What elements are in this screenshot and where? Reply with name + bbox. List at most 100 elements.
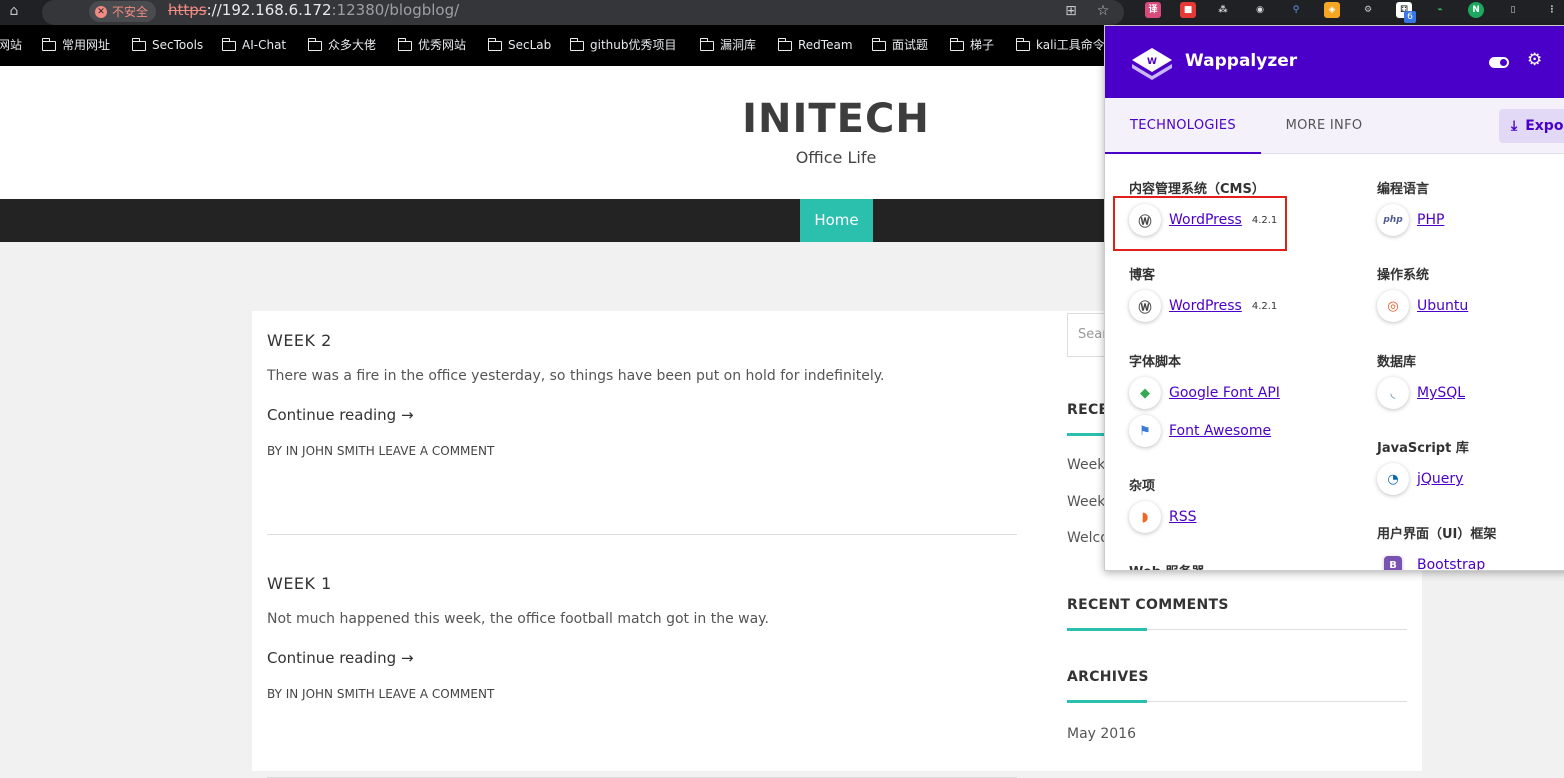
bookmark-folder[interactable]: 众多大佬	[307, 25, 377, 66]
download-icon: ⤓	[1511, 118, 1518, 134]
export-label: Expo	[1525, 118, 1564, 134]
export-button[interactable]: ⤓ Expo	[1499, 109, 1564, 143]
folder-icon	[397, 38, 412, 51]
tech-name[interactable]: Bootstrap	[1417, 557, 1485, 570]
bookmark-folder[interactable]: 漏洞库	[699, 25, 756, 66]
tech-name[interactable]: Ubuntu	[1417, 298, 1468, 314]
recent-post-link[interactable]: Week	[1067, 494, 1105, 510]
tech-name[interactable]: Font Awesome	[1169, 423, 1271, 439]
tech-wordpress-cms[interactable]: Ⓦ WordPress 4.2.1	[1129, 204, 1277, 236]
recent-post-link[interactable]: Welco	[1067, 530, 1109, 546]
tech-name[interactable]: Google Font API	[1169, 385, 1280, 401]
extension-gear-icon[interactable]: ⚙	[1360, 2, 1376, 18]
gear-icon[interactable]: ⚙	[1527, 50, 1542, 70]
bookmark-label: github优秀项目	[590, 38, 677, 52]
toggle-switch[interactable]	[1489, 57, 1509, 68]
tech-name[interactable]: RSS	[1169, 509, 1197, 525]
bookmark-label: kali工具命令	[1036, 38, 1105, 52]
bootstrap-icon: B	[1384, 556, 1402, 570]
bookmark-folder[interactable]: RedTeam	[777, 25, 853, 66]
bookmark-folder[interactable]: 优秀网站	[397, 25, 466, 66]
tech-rss[interactable]: ◗ RSS	[1129, 501, 1197, 533]
bookmark-label: 众多大佬	[328, 38, 377, 52]
jquery-icon: ◔	[1377, 463, 1409, 495]
bookmark-label: RedTeam	[798, 38, 853, 52]
tech-ubuntu[interactable]: ◎ Ubuntu	[1377, 290, 1468, 322]
extension-cluster-icon[interactable]: ⁂	[1215, 2, 1231, 18]
tab-technologies[interactable]: TECHNOLOGIES	[1105, 98, 1261, 154]
category-cms: 内容管理系统（CMS）	[1129, 182, 1265, 197]
tech-bootstrap[interactable]: B Bootstrap	[1377, 549, 1485, 570]
tech-name[interactable]: WordPress	[1169, 212, 1242, 228]
folder-icon	[569, 38, 584, 51]
extension-n-icon[interactable]: N	[1468, 2, 1484, 18]
tech-name[interactable]: WordPress	[1169, 298, 1242, 314]
tech-name[interactable]: PHP	[1417, 212, 1444, 228]
tech-version: 4.2.1	[1251, 214, 1278, 226]
wappalyzer-tabs: TECHNOLOGIES MORE INFO ⤓ Expo	[1105, 98, 1564, 154]
wordpress-icon: Ⓦ	[1129, 290, 1161, 322]
bookmark-label: 网站	[0, 38, 23, 52]
home-icon[interactable]: ⌂	[3, 0, 25, 22]
bookmark-folder[interactable]: 常用网址	[41, 25, 110, 66]
folder-icon	[307, 38, 322, 51]
folder-icon	[131, 38, 146, 51]
recent-post-link[interactable]: Week	[1067, 457, 1105, 473]
star-icon[interactable]: ☆	[1092, 0, 1114, 22]
bookmark-folder[interactable]: kali工具命令	[1015, 25, 1105, 66]
tech-php[interactable]: php PHP	[1377, 204, 1444, 236]
bookmark-folder[interactable]: SecLab	[487, 25, 552, 66]
post-meta[interactable]: BY IN JOHN SMITH LEAVE A COMMENT	[267, 444, 494, 458]
bookmark-folder[interactable]: github优秀项目	[569, 25, 677, 66]
tech-name[interactable]: jQuery	[1417, 471, 1463, 487]
bookmark-folder[interactable]: AI-Chat	[221, 25, 286, 66]
font-awesome-icon: ⚑	[1129, 415, 1161, 447]
continue-reading-link[interactable]: Continue reading →	[267, 406, 414, 424]
extension-translate-icon[interactable]: 译	[1145, 2, 1161, 18]
bookmark-item[interactable]: 网站	[0, 25, 22, 66]
extension-pin-icon[interactable]: ⚲	[1288, 2, 1304, 18]
address-bar[interactable]: ✕ 不安全 https://192.168.6.172:12380/blogblo…	[42, 0, 1124, 25]
translate-icon[interactable]: ⊞	[1060, 0, 1082, 22]
category-web-server: Web 服务器	[1129, 561, 1205, 570]
tech-name[interactable]: MySQL	[1417, 385, 1465, 401]
tech-google-font-api[interactable]: ◆ Google Font API	[1129, 377, 1280, 409]
post-title[interactable]: WEEK 1	[267, 574, 1017, 593]
bookmark-folder[interactable]: SecTools	[131, 25, 203, 66]
url-text[interactable]: https://192.168.6.172:12380/blogblog/	[168, 0, 459, 21]
bookmark-label: SecLab	[508, 38, 552, 52]
tech-jquery[interactable]: ◔ jQuery	[1377, 463, 1463, 495]
security-chip[interactable]: ✕ 不安全	[89, 1, 157, 22]
google-font-icon: ◆	[1129, 377, 1161, 409]
extension-doc-icon[interactable]: ▯	[1505, 2, 1521, 18]
tech-mysql[interactable]: ◟ MySQL	[1377, 377, 1465, 409]
post-title[interactable]: WEEK 2	[267, 331, 1017, 350]
category-ui-frameworks: 用户界面（UI）框架	[1377, 527, 1497, 542]
extension-red-icon[interactable]: ■	[1180, 2, 1196, 18]
tech-font-awesome[interactable]: ⚑ Font Awesome	[1129, 415, 1271, 447]
recent-posts-title: RECE	[1067, 402, 1109, 418]
nav-home[interactable]: Home	[800, 199, 873, 242]
bookmark-label: 梯子	[970, 38, 995, 52]
folder-icon	[777, 38, 792, 51]
security-label: 不安全	[112, 5, 149, 19]
post-week-2: WEEK 2 There was a fire in the office ye…	[267, 331, 1017, 535]
archives-title: ARCHIVES	[1067, 669, 1149, 685]
wappalyzer-popup: W Wappalyzer ⚙ TECHNOLOGIES MORE INFO ⤓ E…	[1104, 25, 1564, 571]
tech-wordpress-blog[interactable]: Ⓦ WordPress 4.2.1	[1129, 290, 1277, 322]
extension-leaf-icon[interactable]: ⌁	[1432, 2, 1448, 18]
post-meta[interactable]: BY IN JOHN SMITH LEAVE A COMMENT	[267, 687, 494, 701]
browser-toolbar: ⌂ ✕ 不安全 https://192.168.6.172:12380/blogb…	[0, 0, 1564, 25]
extension-orange-icon[interactable]: ◈	[1324, 2, 1340, 18]
continue-reading-link[interactable]: Continue reading →	[267, 649, 414, 667]
archive-link[interactable]: May 2016	[1067, 726, 1136, 742]
bookmark-folder[interactable]: 梯子	[949, 25, 995, 66]
folder-icon	[949, 38, 964, 51]
php-icon: php	[1377, 204, 1409, 236]
bookmark-folder[interactable]: 面试题	[871, 25, 928, 66]
svg-text:W: W	[1147, 57, 1157, 67]
extension-circle-icon[interactable]: ◉	[1252, 2, 1268, 18]
tab-more-info[interactable]: MORE INFO	[1261, 98, 1387, 154]
category-javascript-libraries: JavaScript 库	[1377, 441, 1469, 456]
menu-icon[interactable]: ⋮	[1544, 2, 1560, 18]
